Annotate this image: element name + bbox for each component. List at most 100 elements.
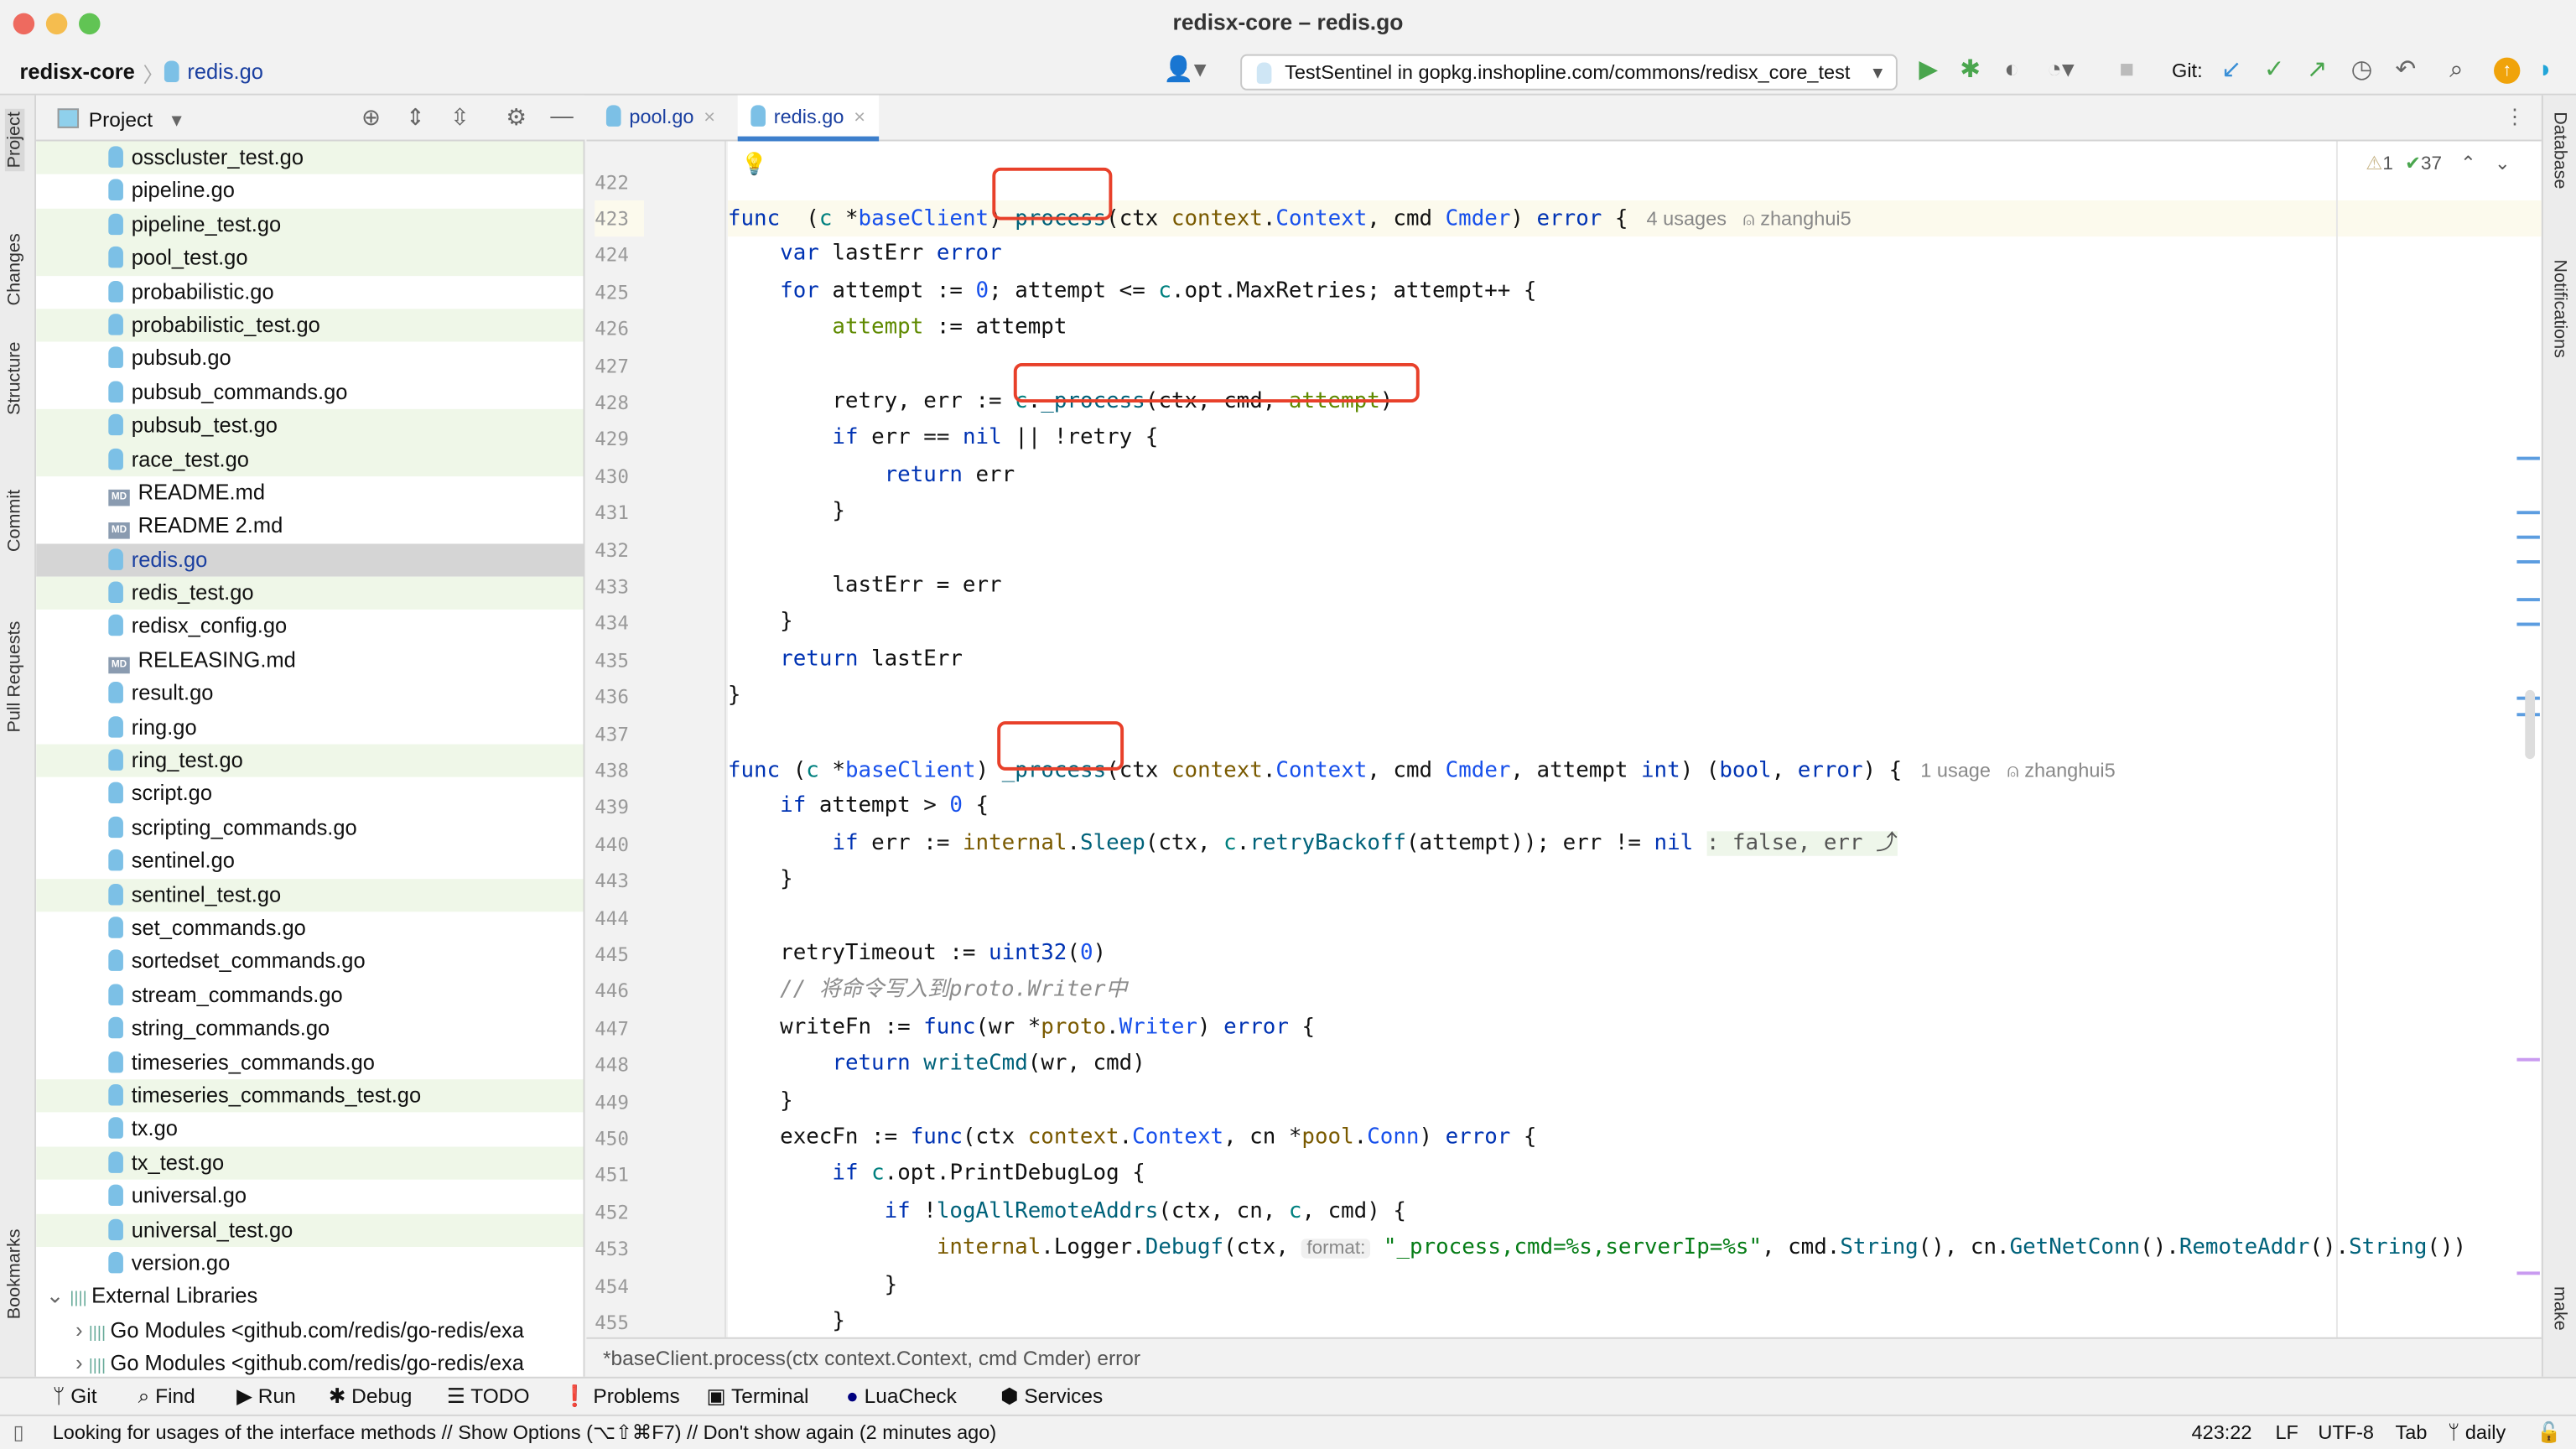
tree-item-file[interactable]: redis.go	[36, 543, 584, 577]
tree-item-file[interactable]: universal.go	[36, 1180, 583, 1213]
tool-terminal[interactable]: ▣ Terminal	[706, 1379, 808, 1416]
tree-item-file[interactable]: sortedset_commands.go	[36, 945, 583, 979]
update-icon[interactable]: ↑	[2494, 57, 2521, 84]
git-push-icon[interactable]: ↗	[2307, 56, 2328, 86]
tree-item-file[interactable]: redis_test.go	[36, 576, 584, 610]
previous-highlight-icon[interactable]: ⌃	[2460, 154, 2476, 174]
tree-item-file[interactable]: pubsub.go	[36, 342, 583, 376]
minimize-window-button[interactable]	[45, 13, 68, 35]
tree-item-file[interactable]: redisx_config.go	[36, 610, 583, 644]
code-line[interactable]: if !logAllRemoteAddrs(ctx, cn, c, cmd) {	[728, 1194, 2542, 1231]
tree-item-file[interactable]: probabilistic_test.go	[36, 309, 584, 343]
file-encoding[interactable]: UTF-8	[2318, 1416, 2374, 1449]
coverage-icon[interactable]: ◐	[2004, 56, 2019, 86]
expand-all-icon[interactable]: ⇕	[406, 103, 425, 131]
tree-item-file[interactable]: result.go	[36, 678, 583, 711]
tree-item-file[interactable]: MD README 2.md	[36, 510, 583, 543]
tool-tab-changes[interactable]: Changes	[5, 233, 25, 305]
tree-item-file[interactable]: string_commands.go	[36, 1012, 583, 1046]
code-line[interactable]: }	[728, 678, 2542, 715]
search-icon[interactable]: ⌕	[2449, 56, 2463, 86]
code-line[interactable]: internal.Logger.Debugf(ctx, format: "_pr…	[728, 1231, 2542, 1268]
tree-item-file[interactable]: pubsub_test.go	[36, 409, 584, 444]
tool-tab-database[interactable]: Database	[2550, 112, 2570, 189]
collapse-all-icon[interactable]: ⇳	[450, 103, 470, 131]
tree-item-file[interactable]: pipeline_test.go	[36, 208, 584, 242]
tree-item-file[interactable]: sentinel.go	[36, 844, 583, 878]
code-line[interactable]: // 将命令写入到proto.Writer中	[728, 973, 2542, 1010]
tool-tab-notifications[interactable]: Notifications	[2550, 260, 2570, 358]
caret-position[interactable]: 423:22	[2192, 1416, 2252, 1449]
code-line[interactable]: writeFn := func(wr *proto.Writer) error …	[728, 1010, 2542, 1046]
indent-setting[interactable]: Tab	[2395, 1416, 2427, 1449]
tree-item-file[interactable]: sentinel_test.go	[36, 878, 584, 912]
tree-item-file[interactable]: pipeline.go	[36, 174, 583, 208]
code-line[interactable]: return err	[728, 458, 2542, 495]
code-line[interactable]: if err == nil || !retry {	[728, 421, 2542, 458]
gear-icon[interactable]: ⚙	[506, 103, 527, 131]
code-line[interactable]	[728, 347, 2542, 384]
tree-item-go-modules[interactable]: › |||| Go Modules <github.com/redis/go-r…	[36, 1314, 583, 1348]
tool-git[interactable]: ᛘ Git	[53, 1379, 97, 1416]
tree-item-file[interactable]: version.go	[36, 1247, 583, 1280]
breadcrumb-project[interactable]: redisx-core	[20, 60, 135, 84]
inspection-widget[interactable]: ⚠1 ✔37 ⌃ ⌄	[2366, 151, 2510, 174]
tree-item-file[interactable]: MD README.md	[36, 476, 583, 510]
status-message[interactable]: Looking for usages of the interface meth…	[53, 1416, 996, 1449]
tool-debug[interactable]: ✱ Debug	[329, 1379, 413, 1416]
stop-icon[interactable]: ■	[2119, 56, 2134, 86]
tool-problems[interactable]: ❗ Problems	[562, 1379, 680, 1416]
tool-services[interactable]: ⬢ Services	[1000, 1379, 1103, 1416]
code-line[interactable]	[728, 900, 2542, 937]
close-icon[interactable]: ×	[854, 105, 865, 127]
close-icon[interactable]: ×	[704, 105, 715, 127]
debug-icon[interactable]: ✱	[1960, 56, 1981, 86]
tree-item-file[interactable]: ring.go	[36, 711, 583, 745]
lightbulb-icon[interactable]: 💡	[741, 151, 768, 177]
zoom-window-button[interactable]	[79, 13, 101, 35]
tool-tab-pull-requests[interactable]: Pull Requests	[5, 621, 25, 733]
git-commit-icon[interactable]: ✓	[2264, 56, 2285, 86]
code-line[interactable]	[728, 532, 2542, 569]
tool-find[interactable]: ⌕ Find	[138, 1379, 195, 1416]
tree-item-file[interactable]: osscluster_test.go	[36, 141, 584, 175]
editor-scrollbar[interactable]	[2525, 689, 2536, 760]
tree-item-file[interactable]: stream_commands.go	[36, 979, 583, 1012]
tree-item-file[interactable]: probabilistic.go	[36, 275, 583, 309]
locate-icon[interactable]: ⊕	[361, 103, 381, 131]
tool-tab-commit[interactable]: Commit	[5, 490, 25, 552]
code-line[interactable]: retry, err := c._process(ctx, cmd, attem…	[728, 384, 2542, 421]
tool-luacheck[interactable]: ● LuaCheck	[846, 1379, 957, 1416]
close-window-button[interactable]	[13, 13, 35, 35]
tree-item-file[interactable]: script.go	[36, 778, 583, 812]
code-line[interactable]: for attempt := 0; attempt <= c.opt.MaxRe…	[728, 274, 2542, 311]
code-line[interactable]: return writeCmd(wr, cmd)	[728, 1046, 2542, 1083]
profile-icon[interactable]: ◔▾	[2047, 56, 2075, 86]
tool-tab-structure[interactable]: Structure	[5, 342, 25, 415]
tree-item-file[interactable]: tx.go	[36, 1113, 583, 1146]
tree-item-file[interactable]: MD RELEASING.md	[36, 644, 583, 678]
tab-redis-go[interactable]: redis.go ×	[737, 95, 879, 142]
code-line[interactable]: }	[728, 1268, 2542, 1305]
tree-item-file[interactable]: set_commands.go	[36, 911, 583, 945]
git-update-icon[interactable]: ↙	[2221, 56, 2242, 86]
tool-todo[interactable]: ☰ TODO	[447, 1379, 530, 1416]
tree-item-file[interactable]: timeseries_commands_test.go	[36, 1079, 584, 1114]
code-line[interactable]: }	[728, 863, 2542, 900]
more-options-icon[interactable]: ⋮	[2505, 103, 2525, 127]
run-configuration-select[interactable]: TestSentinel in gopkg.inshopline.com/com…	[1240, 54, 1898, 91]
tree-item-file[interactable]: tx_test.go	[36, 1145, 584, 1180]
code-line[interactable]: execFn := func(ctx context.Context, cn *…	[728, 1120, 2542, 1157]
tool-tab-bookmarks[interactable]: Bookmarks	[5, 1228, 25, 1319]
code-line[interactable]: }	[728, 1304, 2542, 1337]
tab-pool-go[interactable]: pool.go ×	[593, 96, 728, 142]
code-line[interactable]: if c.opt.PrintDebugLog {	[728, 1157, 2542, 1194]
panel-toggle-icon[interactable]: ▯	[13, 1416, 24, 1449]
code-line[interactable]: }	[728, 605, 2542, 642]
rollback-icon[interactable]: ↶	[2395, 56, 2416, 86]
git-branch[interactable]: ᛘ daily	[2448, 1416, 2506, 1449]
hide-icon[interactable]: —	[550, 101, 573, 127]
project-view-select[interactable]: Project ▾	[89, 106, 182, 131]
code-line[interactable]: retryTimeout := uint32(0)	[728, 937, 2542, 974]
history-icon[interactable]: ◷	[2351, 56, 2373, 86]
